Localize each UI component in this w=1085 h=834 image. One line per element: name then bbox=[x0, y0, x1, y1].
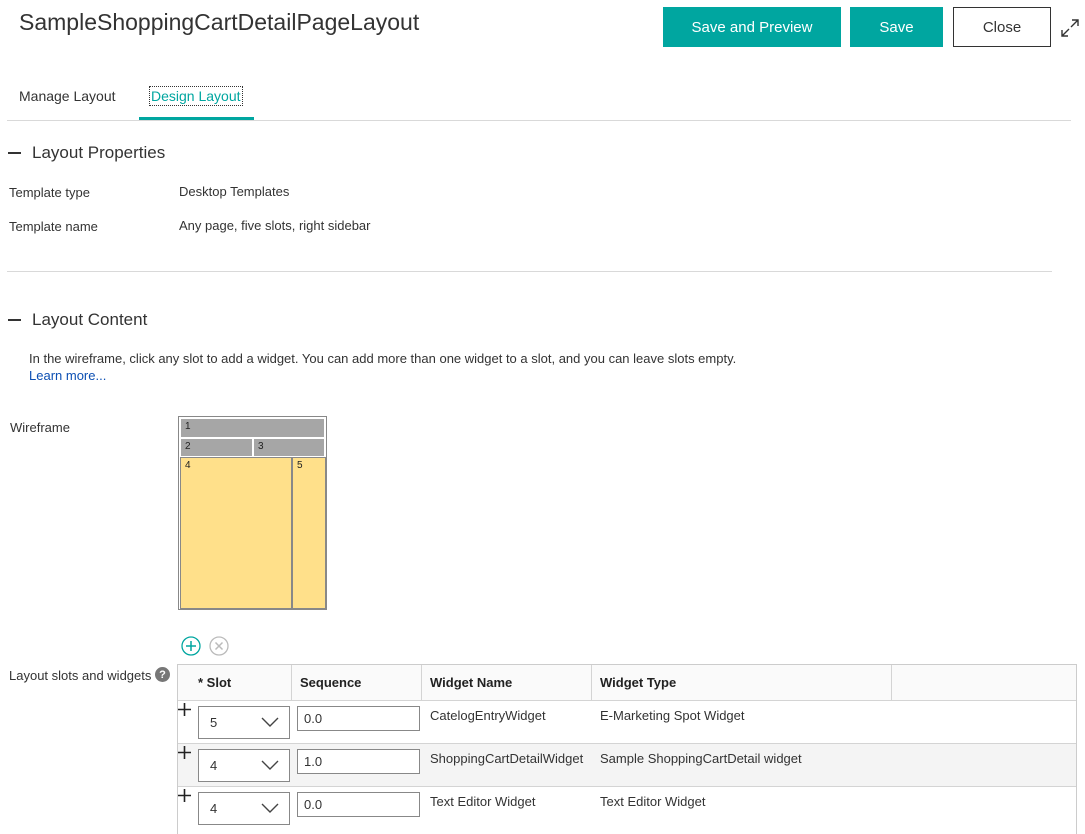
sequence-input[interactable]: 1.0 bbox=[297, 749, 420, 774]
column-header-widget-name[interactable]: Widget Name bbox=[422, 665, 592, 700]
slots-widgets-table: * Slot Sequence Widget Name Widget Type … bbox=[177, 664, 1077, 834]
close-button[interactable]: Close bbox=[953, 7, 1051, 47]
expand-row-icon[interactable] bbox=[178, 789, 191, 802]
learn-more-link[interactable]: Learn more... bbox=[29, 368, 106, 383]
tab-manage-layout[interactable]: Manage Layout bbox=[19, 88, 116, 104]
add-row-icon[interactable] bbox=[181, 636, 201, 656]
expand-row-icon[interactable] bbox=[178, 746, 191, 759]
collapse-icon[interactable] bbox=[8, 152, 21, 154]
wireframe: 1 2 3 4 5 bbox=[178, 416, 327, 610]
layout-properties-header[interactable]: Layout Properties bbox=[8, 143, 165, 163]
layout-properties-title: Layout Properties bbox=[32, 143, 166, 162]
sequence-input[interactable]: 0.0 bbox=[297, 706, 420, 731]
chevron-down-icon bbox=[261, 760, 279, 770]
collapse-icon[interactable] bbox=[8, 319, 21, 321]
slot-select-value: 4 bbox=[210, 801, 218, 816]
widget-type-cell: Text Editor Widget bbox=[600, 794, 706, 809]
slot-select[interactable]: 5 bbox=[198, 706, 290, 739]
page-title: SampleShoppingCartDetailPageLayout bbox=[19, 9, 420, 35]
template-type-label: Template type bbox=[9, 185, 90, 200]
layout-content-title: Layout Content bbox=[32, 310, 148, 329]
expand-row-icon[interactable] bbox=[178, 703, 191, 716]
widget-name-cell: Text Editor Widget bbox=[430, 794, 536, 809]
slots-widgets-label: Layout slots and widgets bbox=[9, 668, 152, 683]
template-name-value: Any page, five slots, right sidebar bbox=[179, 218, 371, 233]
widget-name-cell: CatelogEntryWidget bbox=[430, 708, 546, 723]
save-button[interactable]: Save bbox=[850, 7, 943, 47]
slot-select[interactable]: 4 bbox=[198, 749, 290, 782]
wireframe-slot-2[interactable]: 2 bbox=[180, 438, 253, 457]
column-header-sequence[interactable]: Sequence bbox=[292, 665, 422, 700]
template-type-value: Desktop Templates bbox=[179, 184, 290, 199]
column-header-empty bbox=[892, 665, 1076, 700]
table-row: 4 1.0 ShoppingCartDetailWidget Sample Sh… bbox=[178, 743, 1076, 786]
layout-content-header[interactable]: Layout Content bbox=[8, 310, 147, 330]
table-row: 4 0.0 Text Editor Widget Text Editor Wid… bbox=[178, 786, 1076, 829]
widget-type-cell: Sample ShoppingCartDetail widget bbox=[600, 751, 802, 766]
help-icon[interactable]: ? bbox=[155, 667, 170, 682]
expand-icon[interactable] bbox=[1060, 18, 1080, 38]
slot-select-value: 4 bbox=[210, 758, 218, 773]
chevron-down-icon bbox=[261, 803, 279, 813]
section-divider bbox=[7, 271, 1052, 272]
sequence-input[interactable]: 0.0 bbox=[297, 792, 420, 817]
wireframe-slot-4[interactable]: 4 bbox=[180, 457, 292, 609]
wireframe-slot-1[interactable]: 1 bbox=[180, 418, 325, 438]
column-header-slot[interactable]: * Slot bbox=[178, 665, 292, 700]
remove-row-icon[interactable] bbox=[209, 636, 229, 656]
tab-design-layout-label: Design Layout bbox=[149, 86, 243, 106]
slot-select-value: 5 bbox=[210, 715, 218, 730]
tabs-divider bbox=[7, 120, 1071, 121]
instructions-text: In the wireframe, click any slot to add … bbox=[29, 351, 737, 366]
chevron-down-icon bbox=[261, 717, 279, 727]
save-and-preview-button[interactable]: Save and Preview bbox=[663, 7, 841, 47]
tab-design-layout[interactable]: Design Layout bbox=[149, 86, 243, 106]
widget-type-cell: E-Marketing Spot Widget bbox=[600, 708, 745, 723]
wireframe-slot-3[interactable]: 3 bbox=[253, 438, 325, 457]
slot-select[interactable]: 4 bbox=[198, 792, 290, 825]
table-row: 5 0.0 CatelogEntryWidget E-Marketing Spo… bbox=[178, 700, 1076, 743]
wireframe-label: Wireframe bbox=[10, 420, 70, 435]
wireframe-slot-5[interactable]: 5 bbox=[292, 457, 326, 609]
widget-name-cell: ShoppingCartDetailWidget bbox=[430, 751, 584, 766]
template-name-label: Template name bbox=[9, 219, 98, 234]
column-header-widget-type[interactable]: Widget Type bbox=[592, 665, 892, 700]
